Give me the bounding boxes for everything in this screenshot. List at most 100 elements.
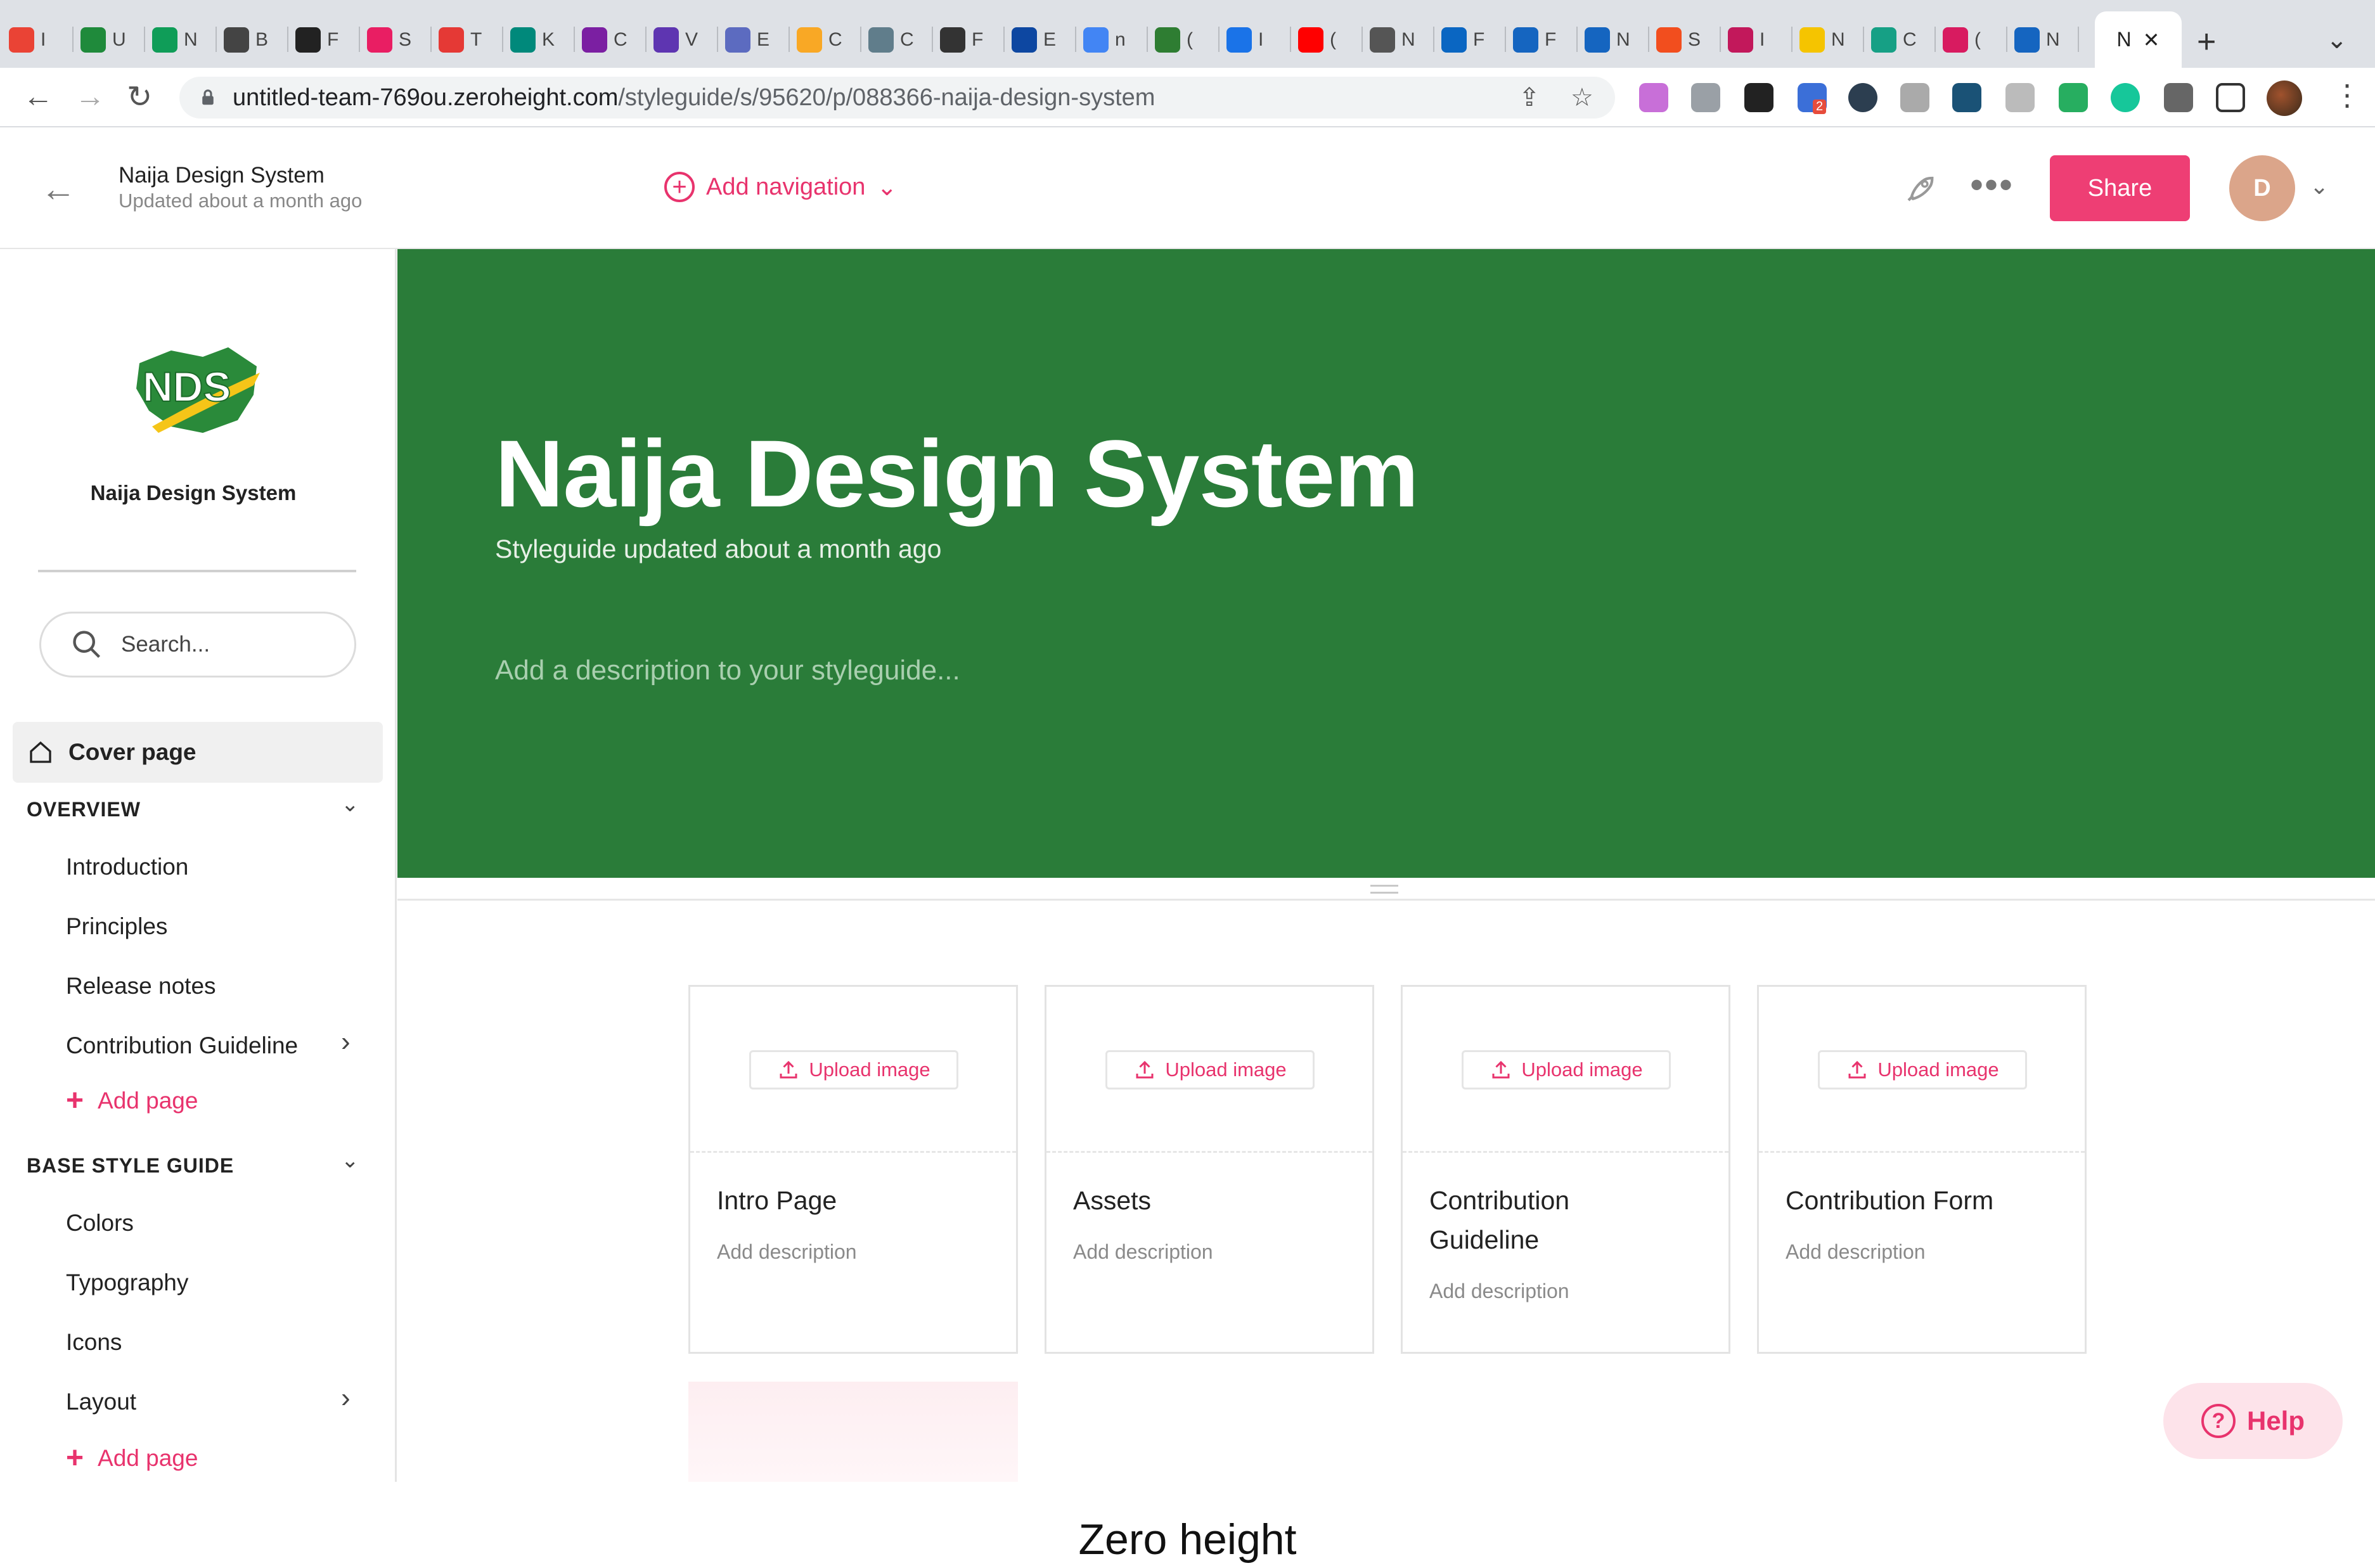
browser-tab[interactable]: E [725, 19, 769, 61]
browser-tab[interactable]: F [1441, 19, 1484, 61]
back-arrow-icon[interactable]: ← [41, 168, 76, 209]
browser-profile-avatar[interactable] [2267, 80, 2302, 116]
browser-tab[interactable]: V [653, 19, 698, 61]
sidebar-item-introduction[interactable]: Introduction [66, 854, 188, 880]
browser-tab[interactable]: F [295, 19, 338, 61]
tab-list-icon[interactable]: ⌄ [2326, 25, 2348, 55]
extension-icon[interactable] [1952, 83, 1981, 112]
add-page-button[interactable]: + Add page [66, 1443, 198, 1474]
page-card-contribution-form[interactable]: Upload image Contribution Form Add descr… [1757, 985, 2087, 1354]
sidebar-item-principles[interactable]: Principles [66, 913, 167, 940]
share-page-icon[interactable]: ⇪ [1519, 83, 1540, 112]
browser-tab[interactable]: C [582, 19, 628, 61]
resize-handle-icon[interactable] [1370, 885, 1398, 894]
browser-tab[interactable]: C [1871, 19, 1917, 61]
browser-tab[interactable]: I [1728, 19, 1765, 61]
card-title[interactable]: Contribution Form [1786, 1181, 2064, 1220]
card-title[interactable]: Contribution Guideline [1429, 1181, 1619, 1259]
browser-tab[interactable]: n [1083, 19, 1126, 61]
sidebar-item-contribution-guideline[interactable]: Contribution Guideline [66, 1032, 298, 1059]
browser-menu-icon[interactable]: ⋮ [2333, 78, 2362, 112]
browser-tab[interactable]: K [510, 19, 555, 61]
extension-icon[interactable]: 2 [1798, 83, 1827, 114]
browser-tab[interactable]: N [1370, 19, 1415, 61]
add-navigation-button[interactable]: + Add navigation ⌄ [664, 172, 897, 202]
help-button[interactable]: ? Help [2163, 1383, 2343, 1459]
publish-rocket-icon[interactable] [1904, 169, 1940, 213]
side-panel-icon[interactable] [2216, 83, 2245, 112]
card-description[interactable]: Add description [1786, 1240, 1926, 1264]
puzzle-extensions-icon[interactable] [2164, 83, 2193, 112]
bookmark-star-icon[interactable]: ☆ [1571, 83, 1593, 112]
browser-tab[interactable]: E [1012, 19, 1056, 61]
extension-icon[interactable] [1900, 83, 1929, 112]
page-card-intro[interactable]: Upload image Intro Page Add description [688, 985, 1018, 1354]
close-tab-icon[interactable]: ✕ [2143, 28, 2160, 52]
card-title[interactable]: Assets [1073, 1181, 1352, 1220]
tab-separator [1863, 27, 1864, 52]
hero-title[interactable]: Naija Design System [495, 419, 1419, 529]
browser-tab[interactable]: N [2014, 19, 2060, 61]
browser-tab[interactable]: S [1656, 19, 1701, 61]
address-bar[interactable]: untitled-team-769ou.zeroheight.com/style… [179, 77, 1615, 119]
browser-tab[interactable]: ( [1298, 19, 1336, 61]
browser-tab[interactable]: N [1799, 19, 1845, 61]
card-description[interactable]: Add description [1073, 1240, 1213, 1264]
chevron-down-icon[interactable]: ⌄ [341, 1148, 359, 1173]
card-description[interactable]: Add description [1429, 1280, 1569, 1303]
page-card-contribution-guideline[interactable]: Upload image Contribution Guideline Add … [1401, 985, 1730, 1354]
extension-icon[interactable] [2059, 83, 2088, 112]
extension-icon[interactable] [1639, 83, 1668, 112]
card-title[interactable]: Intro Page [717, 1181, 996, 1220]
sidebar-item-icons[interactable]: Icons [66, 1329, 122, 1356]
browser-tab[interactable]: ( [1155, 19, 1193, 61]
notion-extension-icon[interactable] [1744, 83, 1773, 112]
browser-tab[interactable]: T [439, 19, 482, 61]
upload-image-button[interactable]: Upload image [1462, 1050, 1671, 1089]
sidebar-item-layout[interactable]: Layout [66, 1389, 136, 1415]
upload-image-button[interactable]: Upload image [1818, 1050, 2027, 1089]
card-description[interactable]: Add description [717, 1240, 857, 1264]
browser-tab[interactable]: C [797, 19, 842, 61]
browser-tab[interactable]: B [224, 19, 268, 61]
upload-image-button[interactable]: Upload image [749, 1050, 958, 1089]
browser-tab[interactable]: N [1585, 19, 1630, 61]
search-input[interactable]: Search... [39, 612, 356, 678]
section-header-base-style-guide[interactable]: BASE STYLE GUIDE [27, 1154, 234, 1178]
chevron-down-icon[interactable]: ⌄ [341, 792, 359, 817]
browser-tab[interactable]: I [9, 19, 46, 61]
upload-image-button[interactable]: Upload image [1105, 1050, 1315, 1089]
sidebar-item-colors[interactable]: Colors [66, 1210, 134, 1237]
browser-tab[interactable]: C [868, 19, 914, 61]
chevron-right-icon[interactable]: › [341, 1026, 351, 1058]
new-page-card-placeholder[interactable] [688, 1382, 1018, 1482]
browser-tab[interactable]: N [152, 19, 198, 61]
sidebar-item-cover-page[interactable]: Cover page [13, 722, 383, 783]
camera-extension-icon[interactable] [1691, 83, 1720, 112]
hero-description-field[interactable]: Add a description to your styleguide... [495, 655, 960, 686]
extension-icon[interactable] [1848, 83, 1877, 112]
forward-icon[interactable]: → [75, 79, 105, 114]
back-icon[interactable]: ← [23, 79, 53, 114]
sidebar-item-release-notes[interactable]: Release notes [66, 973, 216, 999]
extension-icon[interactable] [2005, 83, 2035, 112]
section-header-overview[interactable]: OVERVIEW [27, 798, 141, 821]
page-card-assets[interactable]: Upload image Assets Add description [1045, 985, 1374, 1354]
sidebar-item-typography[interactable]: Typography [66, 1269, 188, 1296]
browser-tab[interactable]: F [1513, 19, 1556, 61]
browser-tab[interactable]: ( [1943, 19, 1981, 61]
account-chevron-down-icon[interactable]: ⌄ [2310, 173, 2329, 200]
browser-tab[interactable]: S [367, 19, 411, 61]
more-options-icon[interactable]: ••• [1970, 163, 2014, 207]
reload-icon[interactable]: ↻ [127, 79, 152, 115]
new-tab-icon[interactable]: + [2197, 23, 2216, 61]
user-avatar[interactable]: D [2229, 155, 2295, 221]
browser-tab[interactable]: I [1226, 19, 1263, 61]
browser-tab[interactable]: F [940, 19, 983, 61]
active-tab[interactable]: N ✕ [2095, 11, 2182, 68]
add-page-button[interactable]: + Add page [66, 1086, 198, 1116]
share-button[interactable]: Share [2050, 155, 2190, 221]
grammarly-extension-icon[interactable] [2111, 83, 2140, 112]
browser-tab[interactable]: U [80, 19, 126, 61]
chevron-right-icon[interactable]: › [341, 1382, 351, 1414]
